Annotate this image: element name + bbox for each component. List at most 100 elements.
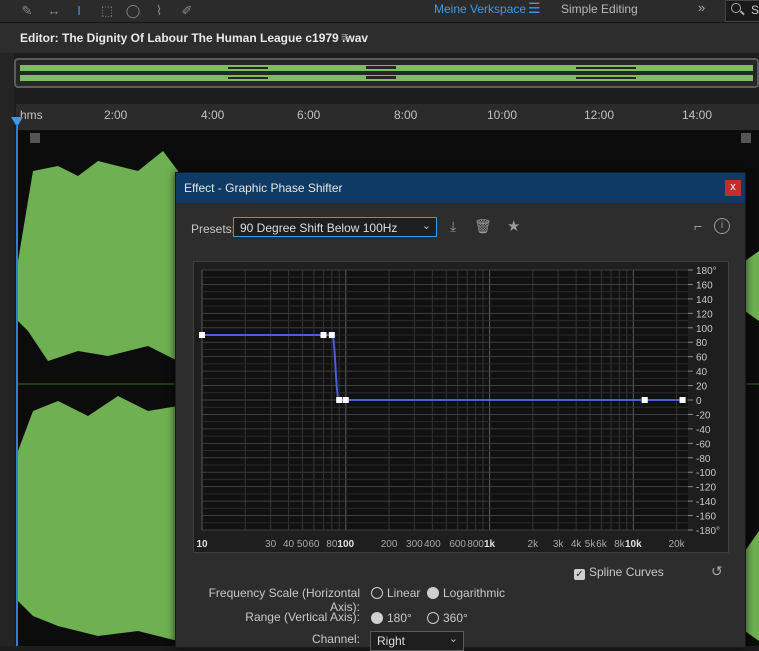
editor-menu-icon[interactable]: ≡ (341, 29, 349, 44)
x-tick-label: 10k (625, 539, 642, 550)
pencil-icon[interactable]: ✐ (178, 2, 196, 20)
range-label: Range (Vertical Axis): (245, 610, 360, 624)
spot-healing-icon[interactable]: ✎ (18, 2, 36, 20)
editor-tab: Editor: The Dignity Of Labour The Human … (0, 23, 759, 53)
ruler-label: hms (20, 108, 43, 122)
control-point[interactable] (641, 397, 648, 403)
search-icon (731, 3, 741, 13)
phase-chart[interactable]: 180°160140120100806040200-20-40-60-80-10… (194, 262, 728, 552)
x-tick-label: 20k (669, 539, 686, 550)
presets-label: Presets: (191, 222, 236, 236)
control-point[interactable] (679, 397, 686, 403)
marquee-icon[interactable]: ⬚ (98, 2, 116, 20)
effect-dialog: Effect - Graphic Phase Shifter x Presets… (175, 172, 746, 651)
y-tick-label: -80 (696, 454, 711, 465)
x-tick-label: 60 (308, 539, 320, 550)
x-tick-label: 200 (381, 539, 398, 550)
freq-linear-label: Linear (387, 586, 421, 600)
left-panel (0, 53, 14, 646)
overview-waveform[interactable] (14, 58, 759, 88)
zoom-corner-left[interactable] (30, 133, 40, 143)
phase-graph[interactable]: 180° 160 140 120 100 80 60 40 20 0 -20 -40 -60 -80 -10… (193, 261, 729, 553)
workspace-meine[interactable]: Meine Verkspace (434, 2, 526, 16)
x-tick-label: 1k (484, 539, 496, 550)
control-point[interactable] (336, 397, 343, 403)
ruler-label: 4:00 (201, 108, 225, 122)
freq-linear-radio[interactable]: Linear (371, 586, 420, 600)
ruler-label: 8:00 (394, 108, 418, 122)
time-ruler[interactable]: hms 2:00 4:00 6:00 8:00 10:00 12:00 14:0… (16, 104, 759, 131)
y-tick-label: -160 (696, 512, 716, 523)
lasso-icon[interactable]: ◯ (124, 2, 142, 20)
overview-wave-graphic (20, 65, 753, 81)
y-tick-label: -60 (696, 439, 711, 450)
close-button[interactable]: x (725, 180, 741, 196)
x-tick-label: 4k (571, 539, 583, 550)
x-tick-label: 80 (326, 539, 338, 550)
y-tick-label: 140 (696, 295, 713, 306)
control-point[interactable] (199, 332, 205, 338)
spline-curves-option[interactable]: ✓ Spline Curves (574, 565, 664, 580)
y-tick-label: -100 (696, 468, 716, 479)
x-tick-label: 5k (585, 539, 597, 550)
x-tick-label: 10 (196, 539, 208, 550)
spline-checkbox[interactable]: ✓ (574, 569, 585, 580)
ruler-label: 6:00 (297, 108, 321, 122)
editor-title: Editor: The Dignity Of Labour The Human … (20, 31, 369, 45)
y-tick-label: 60 (696, 353, 708, 364)
radio-on-icon (427, 587, 439, 599)
range-360-radio[interactable]: 360° (427, 611, 468, 625)
y-tick-label: 160 (696, 280, 713, 291)
chevron-down-icon: ⌄ (421, 220, 431, 232)
range-180-label: 180° (387, 611, 412, 625)
x-tick-label: 30 (265, 539, 277, 550)
x-tick-label: 400 (424, 539, 441, 550)
more-icon[interactable]: » (698, 0, 705, 15)
control-point[interactable] (320, 332, 327, 338)
text-cursor-icon[interactable]: I (70, 2, 88, 20)
workspace-menu-icon[interactable]: ☰ (528, 0, 541, 17)
brush-icon[interactable]: ⌇ (150, 2, 168, 20)
favorite-star-icon[interactable]: ★ (507, 217, 520, 235)
delete-preset-icon[interactable]: 🗑 (474, 218, 492, 235)
control-point[interactable] (342, 397, 349, 403)
x-tick-label: 40 (283, 539, 295, 550)
search-text: S (751, 3, 759, 17)
zoom-corner-right[interactable] (741, 133, 751, 143)
x-tick-label: 100 (337, 539, 354, 550)
presets-value: 90 Degree Shift Below 100Hz (240, 221, 398, 235)
y-tick-label: 20 (696, 382, 708, 393)
x-tick-label: 2k (528, 539, 540, 550)
top-toolbar: ✎ ↔ I ⬚ ◯ ⌇ ✐ Meine Verkspace ☰ Simple E… (0, 0, 759, 23)
control-point[interactable] (328, 332, 335, 338)
search-input[interactable]: S (725, 0, 759, 22)
info-icon[interactable]: i (714, 218, 730, 234)
workspace-simple-editing[interactable]: Simple Editing (561, 2, 638, 16)
x-tick-label: 8k (614, 539, 626, 550)
y-tick-label: -180° (696, 526, 720, 537)
channel-label: Channel: (311, 632, 360, 646)
range-180-radio[interactable]: 180° (371, 611, 412, 625)
x-tick-label: 3k (553, 539, 565, 550)
radio-on-icon (371, 612, 383, 624)
time-selection-icon[interactable]: ↔ (45, 2, 63, 20)
presets-dropdown[interactable]: 90 Degree Shift Below 100Hz ⌄ (233, 217, 437, 237)
save-preset-icon[interactable]: ⤓ (450, 218, 456, 235)
y-tick-label: 80 (696, 338, 708, 349)
y-tick-label: -120 (696, 483, 716, 494)
x-tick-label: 6k (596, 539, 608, 550)
reset-icon[interactable]: ↺ (711, 563, 723, 580)
y-tick-label: 0 (696, 396, 702, 407)
dialog-title: Effect - Graphic Phase Shifter (184, 181, 343, 195)
channel-dropdown[interactable]: Right ⌄ (370, 631, 464, 651)
radio-off-icon (427, 612, 439, 624)
spline-label: Spline Curves (589, 565, 664, 579)
freq-log-radio[interactable]: Logarithmic (427, 586, 505, 600)
ruler-label: 2:00 (104, 108, 128, 122)
routing-icon[interactable]: ⌐ (694, 218, 702, 234)
dialog-title-bar[interactable]: Effect - Graphic Phase Shifter x (176, 173, 745, 203)
x-tick-label: 300 (406, 539, 423, 550)
playhead-line (16, 124, 18, 646)
y-tick-label: 100 (696, 324, 713, 335)
chevron-down-icon: ⌄ (448, 633, 458, 645)
